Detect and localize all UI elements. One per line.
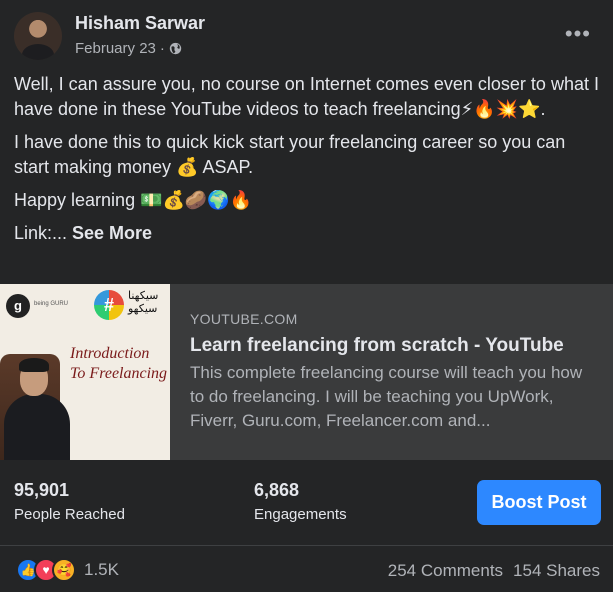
- engagements-value: 6,868: [254, 480, 300, 500]
- post-card: Hisham Sarwar February 23 · ••• Well, I …: [0, 0, 613, 592]
- post-paragraph: Happy learning 💵💰🥔🌍🔥: [14, 190, 253, 210]
- comments-count[interactable]: 254 Comments: [388, 561, 503, 581]
- link-title[interactable]: Learn freelancing from scratch - YouTube: [190, 335, 597, 357]
- overlay-line-1: Introduction: [70, 345, 150, 362]
- care-icon: 🥰: [52, 558, 76, 582]
- link-preview[interactable]: g being GURU # سیکھنا سیکھو Introduction…: [0, 284, 613, 460]
- post-meta: February 23 ·: [75, 40, 182, 57]
- engagements-stat[interactable]: 6,868 Engagements: [254, 480, 347, 523]
- more-options-icon[interactable]: •••: [565, 23, 591, 45]
- overlay-line-2: To Freelancing: [70, 365, 168, 382]
- reactions-count: 1.5K: [84, 560, 119, 579]
- person-body: [4, 394, 70, 460]
- people-reached-label: People Reached: [14, 506, 125, 523]
- video-thumbnail[interactable]: g being GURU # سیکھنا سیکھو Introduction…: [0, 284, 170, 460]
- comment-share-counts: 254 Comments 154 Shares: [388, 561, 600, 581]
- link-description: This complete freelancing course will te…: [190, 363, 583, 430]
- author-name[interactable]: Hisham Sarwar: [75, 13, 205, 34]
- author-avatar[interactable]: [14, 12, 62, 60]
- link-domain: YOUTUBE.COM: [190, 311, 298, 327]
- post-paragraph: Well, I can assure you, no course on Int…: [14, 74, 599, 119]
- post-body: Well, I can assure you, no course on Int…: [14, 72, 599, 254]
- people-reached-stat[interactable]: 95,901 People Reached: [14, 480, 125, 523]
- thumbnail-overlay-text: Introduction To Freelancing: [70, 344, 167, 384]
- globe-icon[interactable]: [169, 42, 182, 55]
- urdu-logo-text: سیکھنا سیکھو: [128, 290, 159, 315]
- post-paragraph-truncated: Link:... See More: [14, 221, 599, 246]
- boost-post-button[interactable]: Boost Post: [477, 480, 601, 525]
- meta-separator: ·: [159, 40, 165, 57]
- people-reached-value: 95,901: [14, 480, 70, 500]
- reactions-summary[interactable]: 👍 ♥ 🥰 1.5K: [16, 558, 119, 582]
- shares-count[interactable]: 154 Shares: [513, 561, 600, 581]
- hashtag-logo-icon: #: [94, 290, 124, 320]
- link-info: YOUTUBE.COM Learn freelancing from scrat…: [170, 284, 613, 460]
- post-date[interactable]: February 23: [75, 40, 156, 57]
- person-hair: [19, 358, 49, 372]
- truncated-link-text: Link:...: [14, 223, 73, 243]
- brand-text: being GURU: [34, 301, 69, 307]
- post-insights: 95,901 People Reached 6,868 Engagements …: [0, 460, 613, 546]
- being-guru-logo-icon: g: [6, 294, 30, 318]
- post-paragraph: I have done this to quick kick start you…: [14, 132, 566, 177]
- engagements-label: Engagements: [254, 506, 347, 523]
- see-more-link[interactable]: See More: [72, 223, 152, 243]
